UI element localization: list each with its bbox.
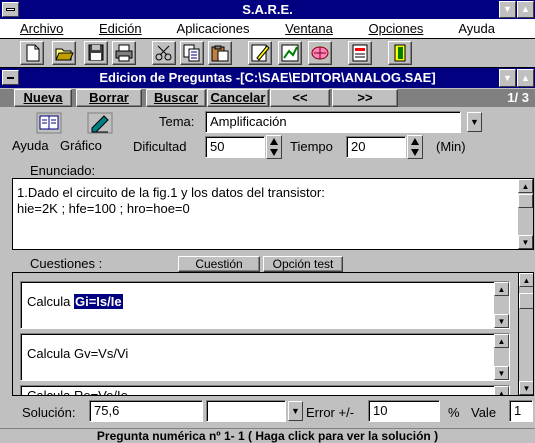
child-window: Edicion de Preguntas -[C:\SAE\EDITOR\ANA… xyxy=(0,67,535,443)
cuestiones-label: Cuestiones : xyxy=(30,256,103,271)
minimize-button[interactable]: ▼ xyxy=(499,1,516,18)
opcion-test-button[interactable]: Opción test xyxy=(263,256,343,272)
solucion-label: Solución: xyxy=(22,405,76,420)
child-window-title: Edicion de Preguntas -[C:\SAE\EDITOR\ANA… xyxy=(99,70,436,85)
child-title-bar: Edicion de Preguntas -[C:\SAE\EDITOR\ANA… xyxy=(0,68,535,88)
selected-text: Gi=Is/Ie xyxy=(73,294,123,309)
paste-icon[interactable] xyxy=(208,41,232,65)
brain-icon[interactable] xyxy=(308,41,332,65)
chart-icon[interactable] xyxy=(278,41,302,65)
vale-field[interactable]: 1 xyxy=(509,400,533,422)
buscar-button[interactable]: Buscar xyxy=(146,89,206,107)
ayuda-label: Ayuda xyxy=(12,138,49,153)
help-button[interactable] xyxy=(36,112,62,134)
report-icon[interactable] xyxy=(348,41,372,65)
question-scrollbar[interactable]: ▲▼ xyxy=(494,282,509,328)
menu-bar: Archivo Edición Aplicaciones Ventana Opc… xyxy=(0,19,535,39)
question-item[interactable]: Calcula Gv=Vs/Vi ▲ ▼ xyxy=(20,333,510,381)
enunciado-label: Enunciado: xyxy=(30,163,96,178)
dificultad-label: Dificultad xyxy=(133,139,187,154)
enunciado-line-1: 1.Dado el circuito de la fig.1 y los dat… xyxy=(17,185,325,200)
question-scrollbar[interactable]: ▲▼ xyxy=(494,386,509,395)
question-scrollbar[interactable]: ▲▼ xyxy=(494,334,509,380)
percent-label: % xyxy=(448,405,460,420)
exit-door-icon[interactable] xyxy=(388,41,412,65)
app-title-bar: S.A.R.E. ▼ ▲ xyxy=(0,0,535,19)
copy-icon[interactable] xyxy=(180,41,204,65)
menu-ayuda[interactable]: Ayuda xyxy=(458,21,511,36)
question-text: Calcula Re=Ve/Ie xyxy=(27,388,128,396)
borrar-button[interactable]: Borrar xyxy=(76,89,142,107)
system-menu-button[interactable] xyxy=(2,2,19,17)
menu-opciones[interactable]: Opciones xyxy=(369,21,440,36)
cuestiones-list: Calcula Gi=Is/Ie ▲ ▼ Calcula Gv=Vs/Vi ▲ ▼ … xyxy=(12,272,534,396)
question-text: Calcula Gv=Vs/Vi xyxy=(27,346,129,361)
edit-pencil-icon[interactable] xyxy=(248,41,272,65)
cancelar-button[interactable]: Cancelar xyxy=(207,89,269,107)
tiempo-field[interactable]: 20 xyxy=(346,136,406,158)
dificultad-spinner[interactable] xyxy=(266,135,282,159)
unit-field[interactable] xyxy=(206,400,286,422)
save-disk-icon[interactable] xyxy=(84,41,108,65)
child-maximize-button[interactable]: ▲ xyxy=(517,69,534,87)
status-bar[interactable]: Pregunta numérica nº 1- 1 ( Haga click p… xyxy=(0,428,535,443)
vale-label: Vale xyxy=(471,405,497,420)
menu-archivo[interactable]: Archivo xyxy=(20,21,79,36)
toolbar xyxy=(0,40,535,67)
tiempo-spinner[interactable] xyxy=(407,135,423,159)
page-indicator: 1/ 3 xyxy=(507,90,529,105)
child-minimize-button[interactable]: ▼ xyxy=(499,69,516,87)
solucion-field[interactable]: 75,6 xyxy=(89,400,203,422)
enunciado-textarea[interactable]: 1.Dado el circuito de la fig.1 y los dat… xyxy=(12,178,534,250)
menu-ventana[interactable]: Ventana xyxy=(285,21,349,36)
tiempo-unit: (Min) xyxy=(436,139,466,154)
unit-dropdown-button[interactable]: ▼ xyxy=(288,401,303,421)
error-field[interactable]: 10 xyxy=(368,400,440,422)
child-system-menu-button[interactable] xyxy=(2,70,19,85)
tiempo-label: Tiempo xyxy=(290,139,333,154)
menu-aplicaciones[interactable]: Aplicaciones xyxy=(177,21,266,36)
tema-label: Tema: xyxy=(159,114,195,129)
graphic-button[interactable] xyxy=(87,112,113,134)
new-document-icon[interactable] xyxy=(20,41,44,65)
error-label: Error +/- xyxy=(306,405,355,420)
nueva-button[interactable]: Nueva xyxy=(14,89,72,107)
tema-dropdown-button[interactable]: ▼ xyxy=(467,112,482,132)
dificultad-field[interactable]: 50 xyxy=(205,136,265,158)
next-button[interactable]: >> xyxy=(332,89,398,107)
open-folder-icon[interactable] xyxy=(52,41,76,65)
record-nav-bar: Nueva Borrar Buscar Cancelar << >> 1/ 3 xyxy=(0,89,535,107)
cuestion-button[interactable]: Cuestión xyxy=(178,256,260,272)
enunciado-line-2: hie=2K ; hfe=100 ; hro=hoe=0 xyxy=(17,201,190,216)
menu-edicion[interactable]: Edición xyxy=(99,21,158,36)
cuestiones-scrollbar[interactable]: ▲ ▼ xyxy=(518,273,533,395)
previous-button[interactable]: << xyxy=(270,89,330,107)
tema-field[interactable]: Amplificación xyxy=(205,111,461,133)
grafico-label: Gráfico xyxy=(60,138,102,153)
question-item[interactable]: Calcula Re=Ve/Ie ▲▼ xyxy=(20,385,510,396)
cut-scissors-icon[interactable] xyxy=(152,41,176,65)
app-title: S.A.R.E. xyxy=(242,2,293,17)
maximize-button[interactable]: ▲ xyxy=(517,1,534,18)
print-icon[interactable] xyxy=(112,41,136,65)
question-prefix: Calcula xyxy=(27,294,71,309)
question-item[interactable]: Calcula Gi=Is/Ie ▲ ▼ xyxy=(20,281,510,329)
enunciado-scrollbar[interactable]: ▲ ▼ xyxy=(518,179,533,249)
